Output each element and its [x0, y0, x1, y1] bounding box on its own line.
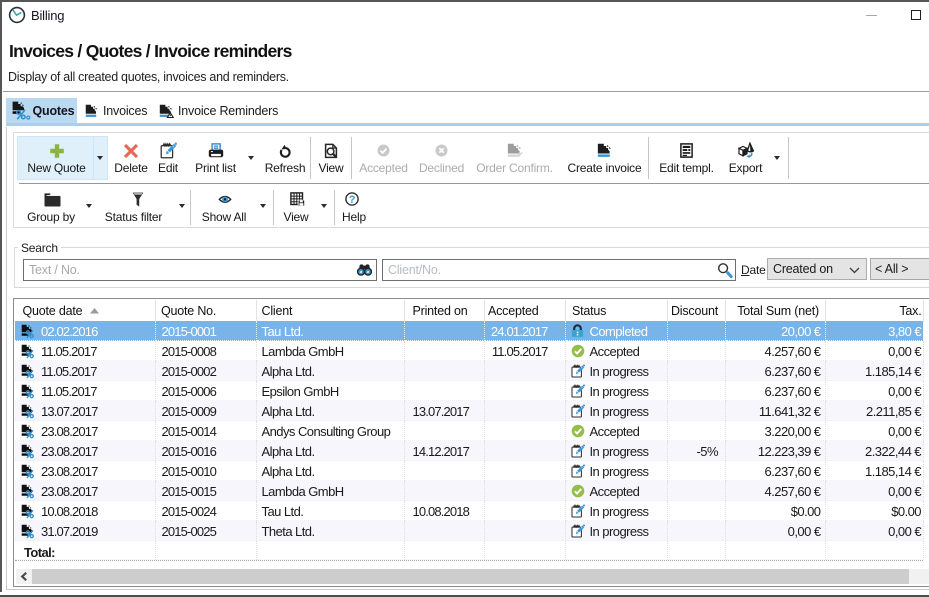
svg-text:?: ?: [349, 194, 356, 206]
